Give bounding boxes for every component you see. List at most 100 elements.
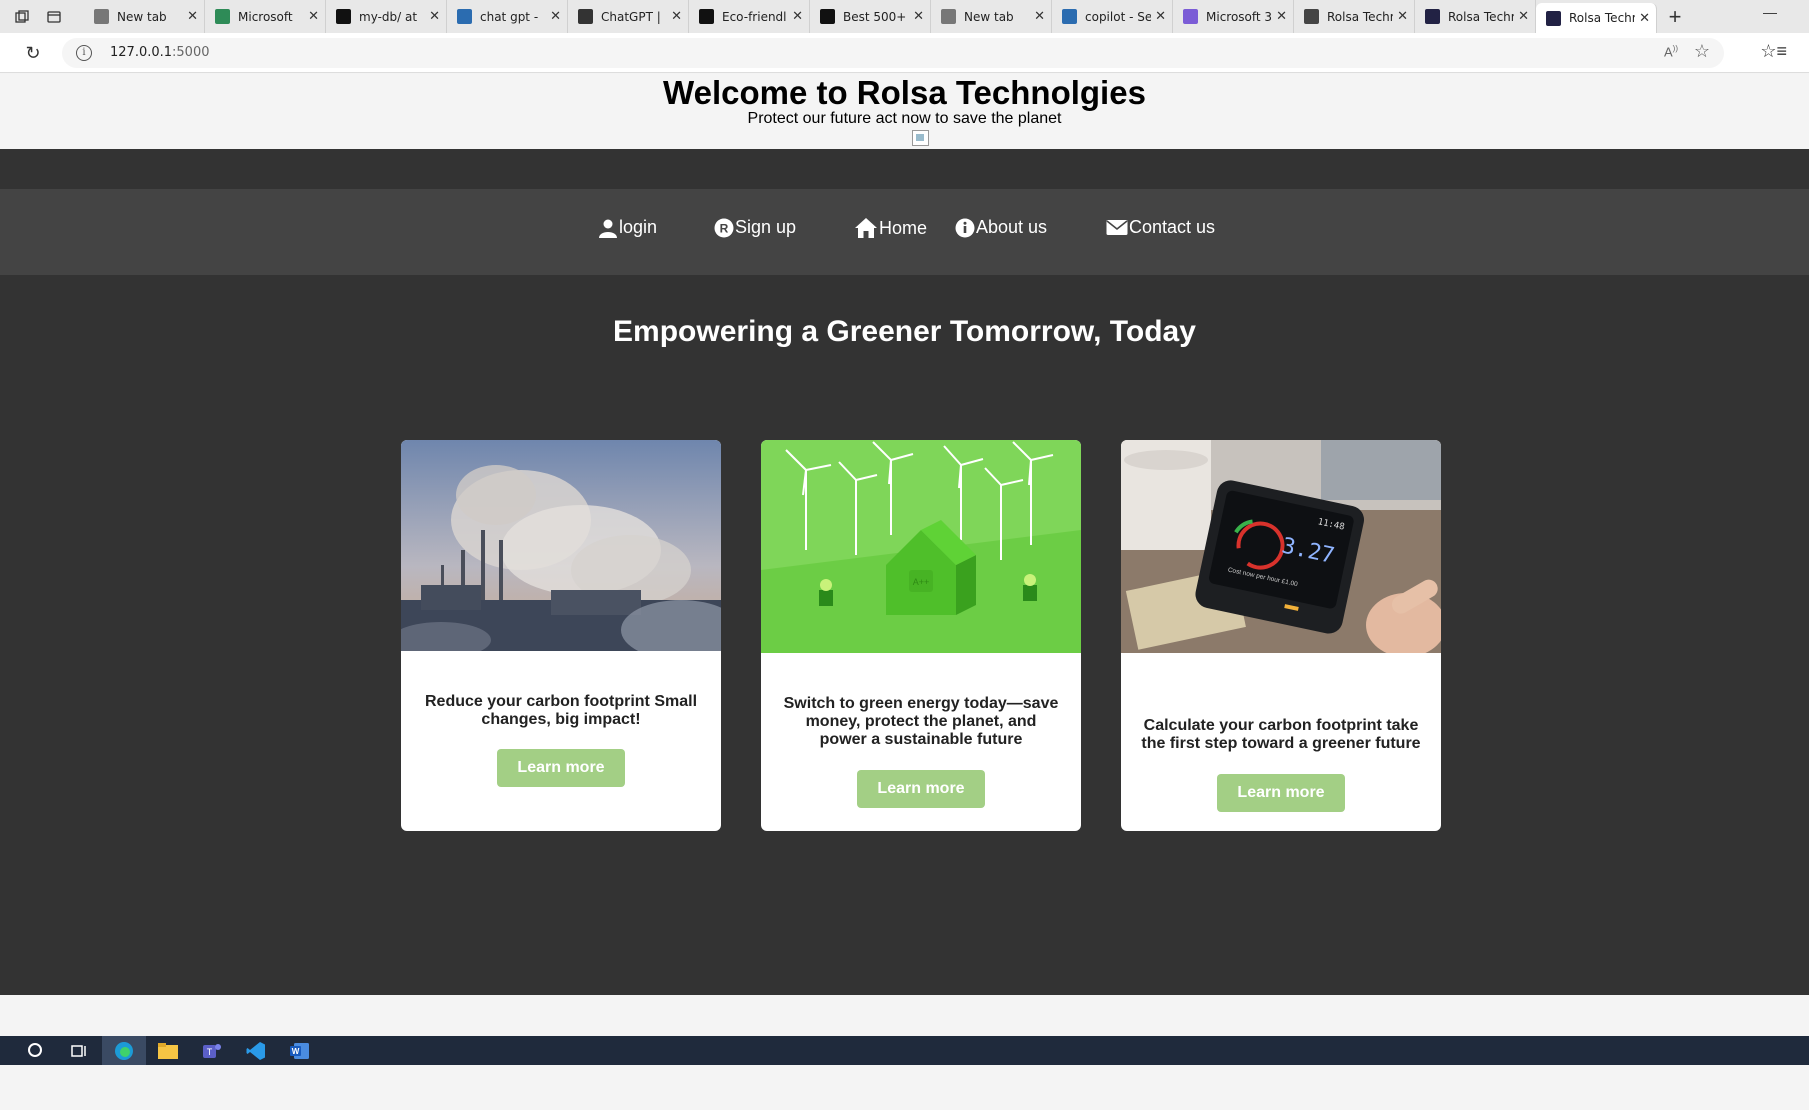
chatgpt-icon <box>699 9 714 24</box>
close-icon[interactable]: ✕ <box>671 9 682 24</box>
new-tab-button[interactable]: + <box>1657 0 1693 33</box>
word-icon[interactable]: W <box>278 1036 322 1065</box>
card-text: Switch to green energy today—save money,… <box>783 695 1059 748</box>
teams-icon[interactable]: T <box>190 1036 234 1065</box>
nav-about-label: About us <box>976 217 1048 237</box>
close-icon[interactable]: ✕ <box>1155 9 1166 24</box>
svg-text:A++: A++ <box>913 577 930 587</box>
card-green-energy: A++ Switch to green energy today—save mo… <box>761 440 1081 831</box>
url-port: :5000 <box>172 45 210 60</box>
globe-icon <box>1304 9 1319 24</box>
tab-label: Rolsa Techr <box>1569 11 1636 25</box>
browser-tab[interactable]: New tab ✕ <box>931 0 1052 33</box>
close-icon[interactable]: ✕ <box>429 9 440 24</box>
browser-tab[interactable]: Rolsa Techr ✕ <box>1294 0 1415 33</box>
url-text[interactable]: 127.0.0.1:5000 <box>110 45 210 60</box>
nav-about[interactable]: About us <box>955 217 1047 238</box>
vscode-icon[interactable] <box>234 1036 278 1065</box>
close-icon[interactable]: ✕ <box>550 9 561 24</box>
copilot-icon <box>1183 9 1198 24</box>
nav-contact-label: Contact us <box>1129 217 1216 237</box>
github-icon <box>336 9 351 24</box>
file-explorer-icon[interactable] <box>146 1036 190 1065</box>
minimize-button[interactable]: — <box>1763 4 1777 20</box>
card-text: Calculate your carbon footprint take the… <box>1141 717 1421 752</box>
newtab-icon <box>94 9 109 24</box>
site-info-icon[interactable]: i <box>76 45 92 61</box>
user-icon <box>599 219 617 238</box>
terminal-icon <box>1546 10 1561 26</box>
site-title: Welcome to Rolsa Technolgies <box>663 74 1146 111</box>
factory-smoke-image <box>401 440 721 651</box>
info-icon <box>955 218 975 237</box>
close-icon[interactable]: ✕ <box>308 9 319 24</box>
learn-more-button[interactable]: Learn more <box>497 749 625 787</box>
close-icon[interactable]: ✕ <box>187 9 198 24</box>
address-bar-row: ↻ i 127.0.0.1:5000 A)) ☆ ☆≡ <box>0 33 1809 73</box>
tab-label: Microsoft <box>238 9 293 24</box>
address-bar[interactable]: i 127.0.0.1:5000 A)) ☆ <box>62 38 1724 68</box>
tab-label: chat gpt - <box>480 9 539 24</box>
favorite-star-icon[interactable]: ☆ <box>1694 41 1710 62</box>
close-icon[interactable]: ✕ <box>1276 9 1287 24</box>
edge-icon[interactable] <box>102 1036 146 1065</box>
close-icon[interactable]: ✕ <box>1397 9 1408 24</box>
newtab-icon <box>941 9 956 24</box>
read-aloud-icon[interactable]: A)) <box>1664 44 1678 59</box>
browser-tab[interactable]: Rolsa Techr ✕ <box>1536 3 1657 33</box>
nav-signup[interactable]: R Sign up <box>714 217 796 238</box>
favorites-icon[interactable]: ☆≡ <box>1760 41 1787 62</box>
nav-login[interactable]: login <box>598 217 657 238</box>
web-page: Welcome to Rolsa Technolgies Protect our… <box>0 74 1809 1110</box>
search-icon <box>457 9 472 24</box>
tab-label: New tab <box>964 9 1014 24</box>
tab-label: Best 500+ <box>843 9 907 24</box>
home-icon <box>855 218 877 238</box>
close-icon[interactable]: ✕ <box>913 9 924 24</box>
url-host: 127.0.0.1 <box>110 45 173 60</box>
nav-contact[interactable]: Contact us <box>1106 217 1215 238</box>
reload-icon[interactable]: ↻ <box>22 42 44 64</box>
browser-tab[interactable]: chat gpt - ✕ <box>447 0 568 33</box>
browser-tab[interactable]: New tab ✕ <box>84 0 205 33</box>
browser-tab[interactable]: Best 500+ ✕ <box>810 0 931 33</box>
tab-label: Rolsa Techr <box>1448 9 1515 24</box>
os-taskbar: T W <box>0 1036 1809 1065</box>
svg-text:W: W <box>292 1047 300 1056</box>
chatgpt-icon <box>578 9 593 24</box>
browser-tab[interactable]: Microsoft ✕ <box>205 0 326 33</box>
microsoft-forms-icon <box>215 9 230 24</box>
browser-tab[interactable]: Microsoft 3 ✕ <box>1173 0 1294 33</box>
card-carbon-footprint: Reduce your carbon footprint Small chang… <box>401 440 721 831</box>
close-icon[interactable]: ✕ <box>1518 9 1529 24</box>
browser-tab[interactable]: Rolsa Techr ✕ <box>1415 0 1536 33</box>
workspaces-icon[interactable] <box>6 0 38 33</box>
registered-icon: R <box>714 218 734 237</box>
close-icon[interactable]: ✕ <box>1034 9 1045 24</box>
terminal-icon <box>1425 9 1440 24</box>
tab-label: my-db/ at <box>359 9 418 24</box>
browser-tab[interactable]: Eco-friendl ✕ <box>689 0 810 33</box>
browser-tab[interactable]: my-db/ at ✕ <box>326 0 447 33</box>
tab-label: New tab <box>117 9 167 24</box>
browser-tab[interactable]: copilot - Se ✕ <box>1052 0 1173 33</box>
learn-more-button[interactable]: Learn more <box>1217 774 1345 812</box>
close-icon[interactable]: ✕ <box>792 9 803 24</box>
smart-energy-meter-image: 3.27 11:48 Cost now per hour £1.00 <box>1121 440 1441 653</box>
nav-login-label: login <box>619 217 658 237</box>
task-view-icon[interactable] <box>58 1036 102 1065</box>
tab-label: Eco-friendl <box>722 9 787 24</box>
search-icon[interactable] <box>14 1036 58 1065</box>
learn-more-button[interactable]: Learn more <box>857 770 985 808</box>
site-header: Welcome to Rolsa Technolgies Protect our… <box>0 74 1809 149</box>
tab-actions-icon[interactable] <box>38 0 70 33</box>
green-house-wind-turbines-image: A++ <box>761 440 1081 653</box>
tab-label: Rolsa Techr <box>1327 9 1394 24</box>
browser-tab-bar: New tab ✕ Microsoft ✕ my-db/ at ✕ chat gpt - ✕ C… <box>0 0 1809 33</box>
close-icon[interactable]: ✕ <box>1639 11 1650 26</box>
card-text: Reduce your carbon footprint Small chang… <box>424 693 698 728</box>
unsplash-icon <box>820 9 835 24</box>
nav-signup-label: Sign up <box>735 217 797 237</box>
browser-tab[interactable]: ChatGPT | ✕ <box>568 0 689 33</box>
nav-home[interactable]: Home <box>854 217 927 239</box>
